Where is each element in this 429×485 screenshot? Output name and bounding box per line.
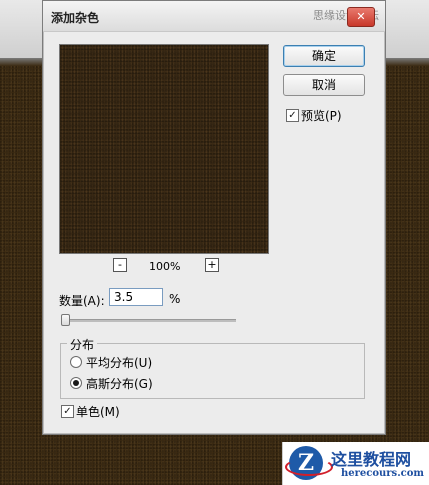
monochromatic-checkbox-label[interactable]: 单色(M)	[76, 403, 120, 420]
logo-title: 这里教程网	[331, 450, 412, 469]
gaussian-radio[interactable]	[70, 377, 82, 389]
amount-label: 数量(A):	[59, 294, 105, 308]
uniform-radio[interactable]	[70, 356, 82, 368]
logo-subtitle: herecours.com	[341, 468, 425, 479]
uniform-radio-label[interactable]: 平均分布(U)	[86, 354, 152, 371]
monochromatic-checkbox[interactable]: ✓	[61, 405, 74, 418]
noise-preview-canvas[interactable]	[59, 44, 269, 254]
add-noise-dialog: 添加杂色 思缘设计论坛 ✕ - 100% + 确定 取消 ✓ 预览(P) 数量(…	[42, 0, 386, 435]
distribution-group-title: 分布	[67, 336, 98, 353]
gaussian-radio-label[interactable]: 高斯分布(G)	[86, 375, 153, 392]
zoom-out-button[interactable]: -	[113, 258, 127, 272]
logo-orbit-icon	[285, 458, 333, 476]
site-logo: Z 这里教程网 herecours.com	[282, 442, 429, 485]
dialog-title: 添加杂色	[51, 11, 100, 25]
amount-slider-thumb[interactable]	[61, 314, 70, 326]
cancel-button[interactable]: 取消	[283, 74, 365, 96]
preview-checkbox[interactable]: ✓	[286, 109, 299, 122]
preview-checkbox-label[interactable]: 预览(P)	[301, 107, 342, 124]
zoom-in-button[interactable]: +	[205, 258, 219, 272]
amount-unit: %	[169, 292, 181, 306]
amount-slider-track[interactable]	[61, 319, 236, 322]
dialog-titlebar[interactable]: 添加杂色 思缘设计论坛 ✕	[43, 1, 385, 32]
ok-button[interactable]: 确定	[283, 45, 365, 67]
amount-input[interactable]	[109, 288, 163, 306]
zoom-level: 100%	[149, 260, 181, 273]
close-icon[interactable]: ✕	[347, 7, 375, 27]
